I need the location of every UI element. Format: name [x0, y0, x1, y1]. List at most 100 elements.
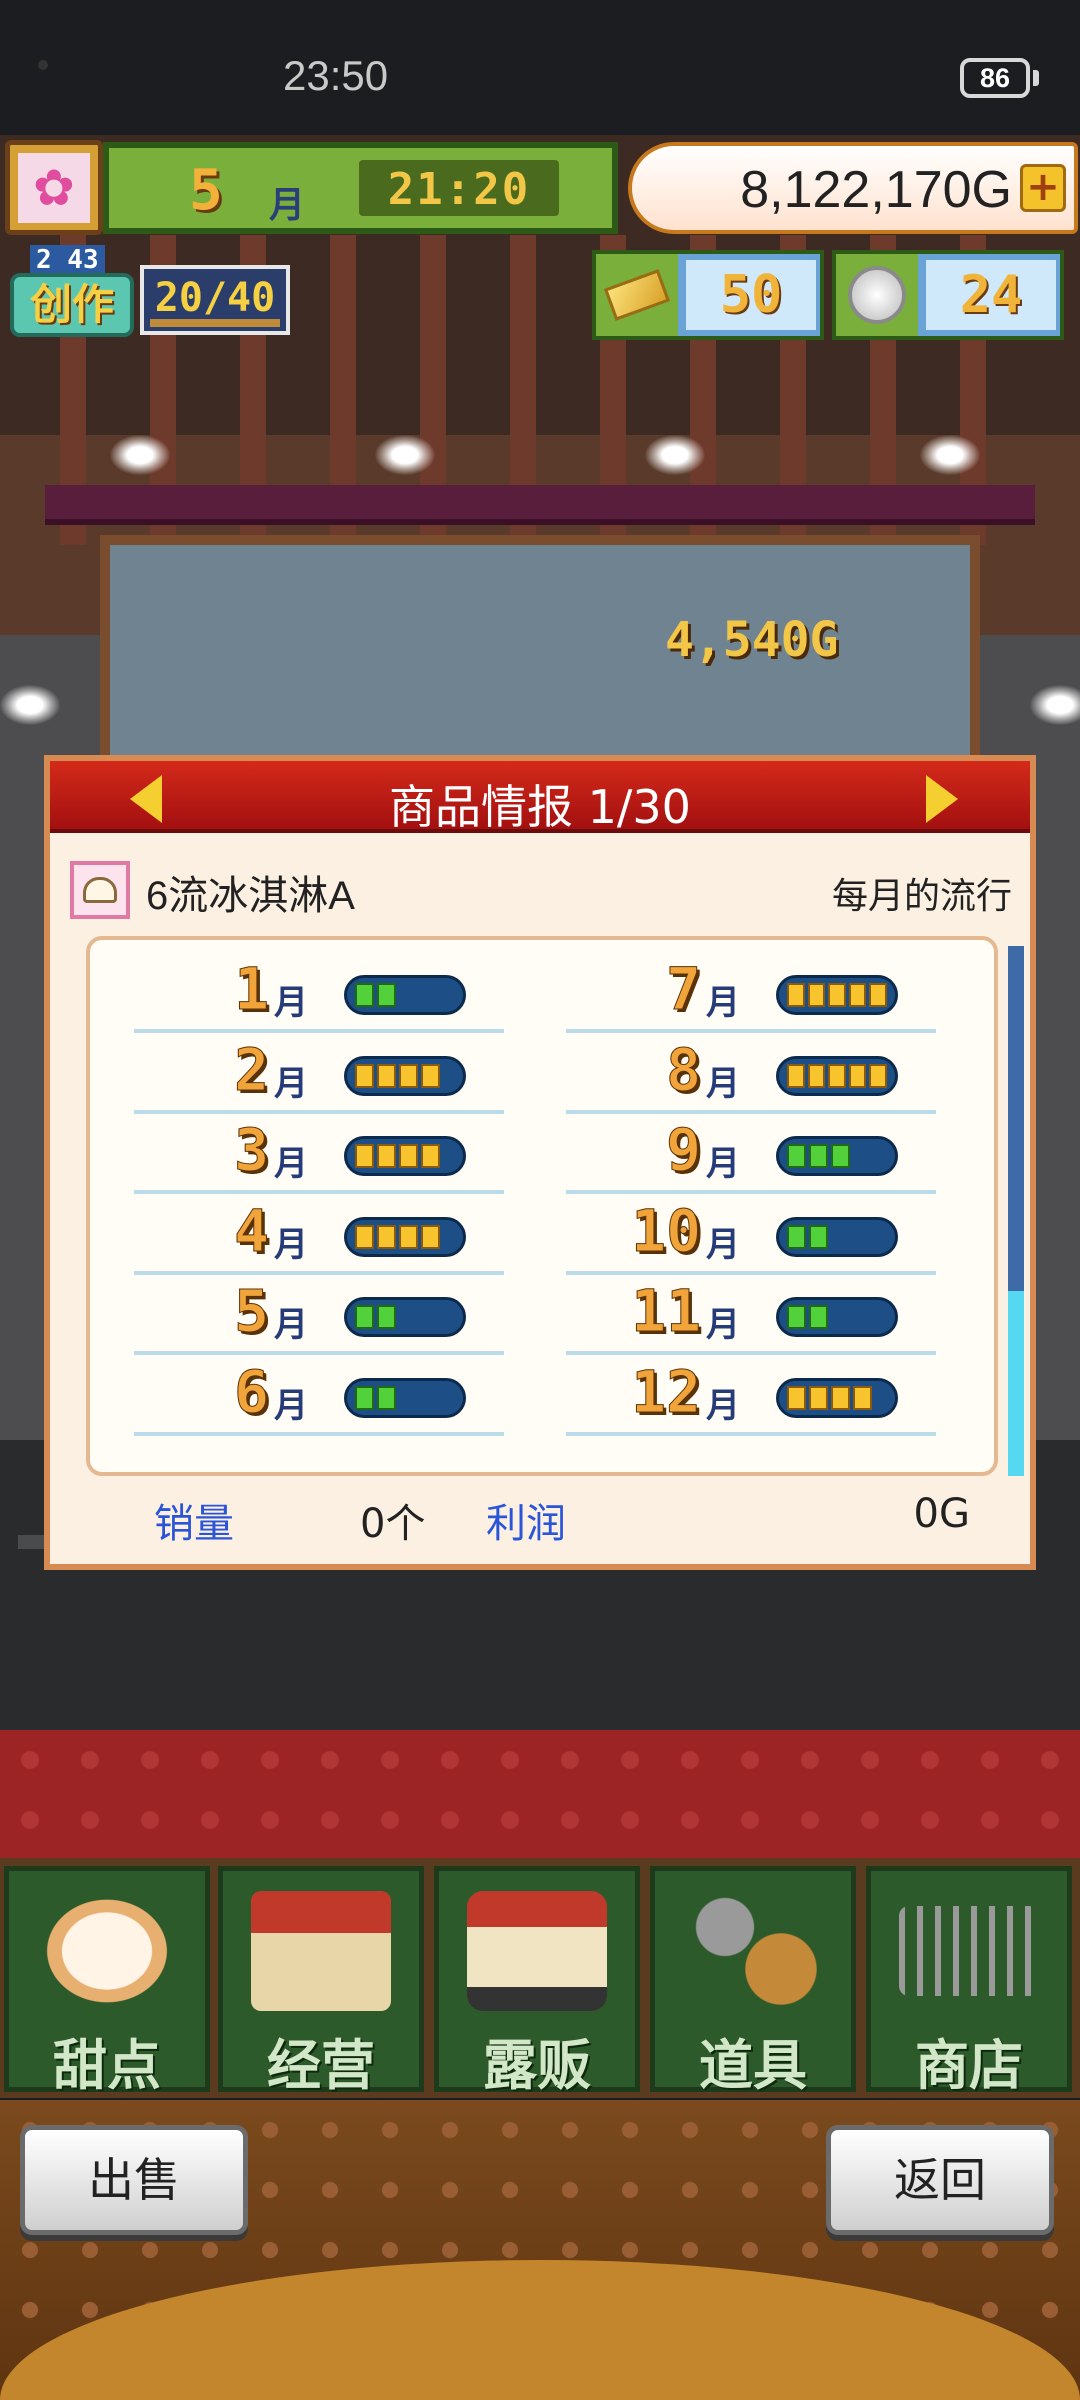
gauge-segment: [421, 1063, 440, 1088]
month-row: 10 月: [566, 1195, 936, 1275]
month-number: 12: [631, 1357, 702, 1426]
gauge-segment: [848, 1063, 867, 1088]
month-number: 4: [234, 1196, 270, 1265]
menu-label: 商店: [915, 2034, 1023, 2097]
menu-items[interactable]: 道具: [650, 1866, 856, 2097]
month-row: 4月: [134, 1195, 504, 1275]
gauge-segment: [787, 983, 805, 1007]
menu-label: 道具: [699, 2034, 807, 2097]
month-row: 8月: [566, 1034, 936, 1114]
gauge-segment: [787, 1144, 806, 1168]
gauge-segment: [399, 1224, 418, 1249]
sales-label: 销量: [154, 1501, 234, 1547]
month-row: 5月: [134, 1275, 504, 1355]
lamp-light: [1030, 685, 1080, 725]
gauge-segment: [421, 1144, 440, 1168]
month-number: 9: [666, 1116, 702, 1185]
month-label: 月: [706, 1144, 740, 1184]
gauge-segment: [377, 1305, 396, 1329]
scrollbar-thumb[interactable]: [1008, 1291, 1024, 1476]
popularity-gauge: [776, 1136, 898, 1176]
product-name: 6流冰淇淋A: [146, 874, 355, 918]
gauge-segment: [831, 1385, 850, 1410]
month-number: 10: [631, 1196, 702, 1265]
money-display: 8,122,170G +: [628, 142, 1078, 234]
popularity-gauge: [344, 1377, 466, 1418]
month-label: 月: [269, 185, 306, 226]
medal-icon: [836, 254, 918, 336]
lamp-light: [110, 435, 170, 475]
month-number: 8: [666, 1035, 702, 1104]
add-money-button[interactable]: +: [1020, 164, 1066, 212]
gauge-segment: [355, 1144, 374, 1168]
gauge-segment: [853, 1385, 872, 1410]
gauge-segment: [869, 983, 887, 1007]
month-number: 2: [234, 1035, 270, 1104]
create-count-box: 20/40: [140, 265, 290, 335]
popularity-gauge: [344, 1055, 466, 1096]
month-label: 月: [274, 1385, 308, 1426]
popularity-gauge: [776, 1055, 898, 1096]
menu-dessert[interactable]: 甜点: [4, 1866, 210, 2097]
month-label: 月: [274, 1063, 308, 1104]
gauge-segment: [828, 1063, 846, 1088]
month-label: 月: [706, 1063, 740, 1104]
gauge-segment: [787, 1063, 805, 1088]
camera-dot: [38, 60, 48, 70]
lamp-light: [0, 685, 60, 725]
medal-counter[interactable]: 24: [832, 250, 1064, 340]
main-menu: 甜点 经营 露贩 道具 商店: [0, 1858, 1080, 2098]
gauge-segment: [377, 1385, 396, 1410]
gauge-segment: [421, 1224, 440, 1249]
shop-awning: [45, 485, 1035, 525]
month-row: 1月: [134, 953, 504, 1033]
product-info-panel: 商品情报 1/30 6流冰淇淋A 每月的流行 1月2月3月4月5月6月7月8月9…: [44, 755, 1036, 1570]
menu-management[interactable]: 经营: [218, 1866, 424, 2097]
month-label: 月: [274, 1144, 308, 1184]
shop-icon: [251, 1891, 391, 2011]
menu-label: 经营: [267, 2034, 375, 2097]
gold-bar-counter[interactable]: 50: [592, 250, 824, 340]
panel-title: 商品情报 1/30: [389, 780, 691, 834]
gauge-segment: [377, 1063, 396, 1088]
month-number: 5: [234, 1277, 270, 1346]
month-row: 11 月: [566, 1275, 936, 1355]
gauge-segment: [809, 1385, 828, 1410]
month-label: 月: [706, 1224, 740, 1265]
month-number: 3: [234, 1116, 270, 1185]
gold-bar-icon: [596, 254, 678, 336]
month-label: 月: [274, 1305, 308, 1345]
game-clock: 21:20: [359, 160, 559, 216]
current-month: 5: [189, 158, 223, 223]
gauge-segment: [355, 1305, 374, 1329]
gauge-segment: [807, 983, 826, 1007]
month-row: 2月: [134, 1034, 504, 1114]
menu-food-truck[interactable]: 露贩: [434, 1866, 640, 2097]
season-flower-icon[interactable]: ✿: [5, 140, 103, 235]
money-amount: 8,122,170G: [740, 161, 1012, 219]
ice-cream-icon: [70, 861, 130, 919]
gauge-segment: [809, 1305, 828, 1329]
profit-value: 0G: [913, 1491, 970, 1537]
month-row: 7月: [566, 953, 936, 1033]
back-button[interactable]: 返回: [826, 2125, 1054, 2235]
game-time: 21:20: [387, 164, 531, 215]
status-time: 23:50: [283, 52, 389, 99]
status-bar: [0, 0, 1080, 135]
month-row: 6月: [134, 1356, 504, 1436]
month-label: 月: [706, 1305, 740, 1345]
next-product-arrow-icon[interactable]: [926, 775, 958, 823]
gauge-segment: [807, 1063, 826, 1088]
menu-store[interactable]: 商店: [866, 1866, 1072, 2097]
create-points[interactable]: 2 43 创作 20/40: [10, 245, 290, 340]
popularity-gauge: [344, 1216, 466, 1257]
sell-button[interactable]: 出售: [20, 2125, 248, 2235]
battery-tip: [1033, 70, 1039, 86]
floating-sale-amount: 4,540G: [665, 612, 839, 668]
gold-bar-count: 50: [686, 260, 816, 330]
gauge-segment: [787, 1305, 806, 1329]
gauge-segment: [848, 983, 867, 1007]
gauge-segment: [377, 1224, 396, 1249]
gauge-segment: [377, 983, 396, 1007]
month-label: 月: [274, 983, 308, 1023]
